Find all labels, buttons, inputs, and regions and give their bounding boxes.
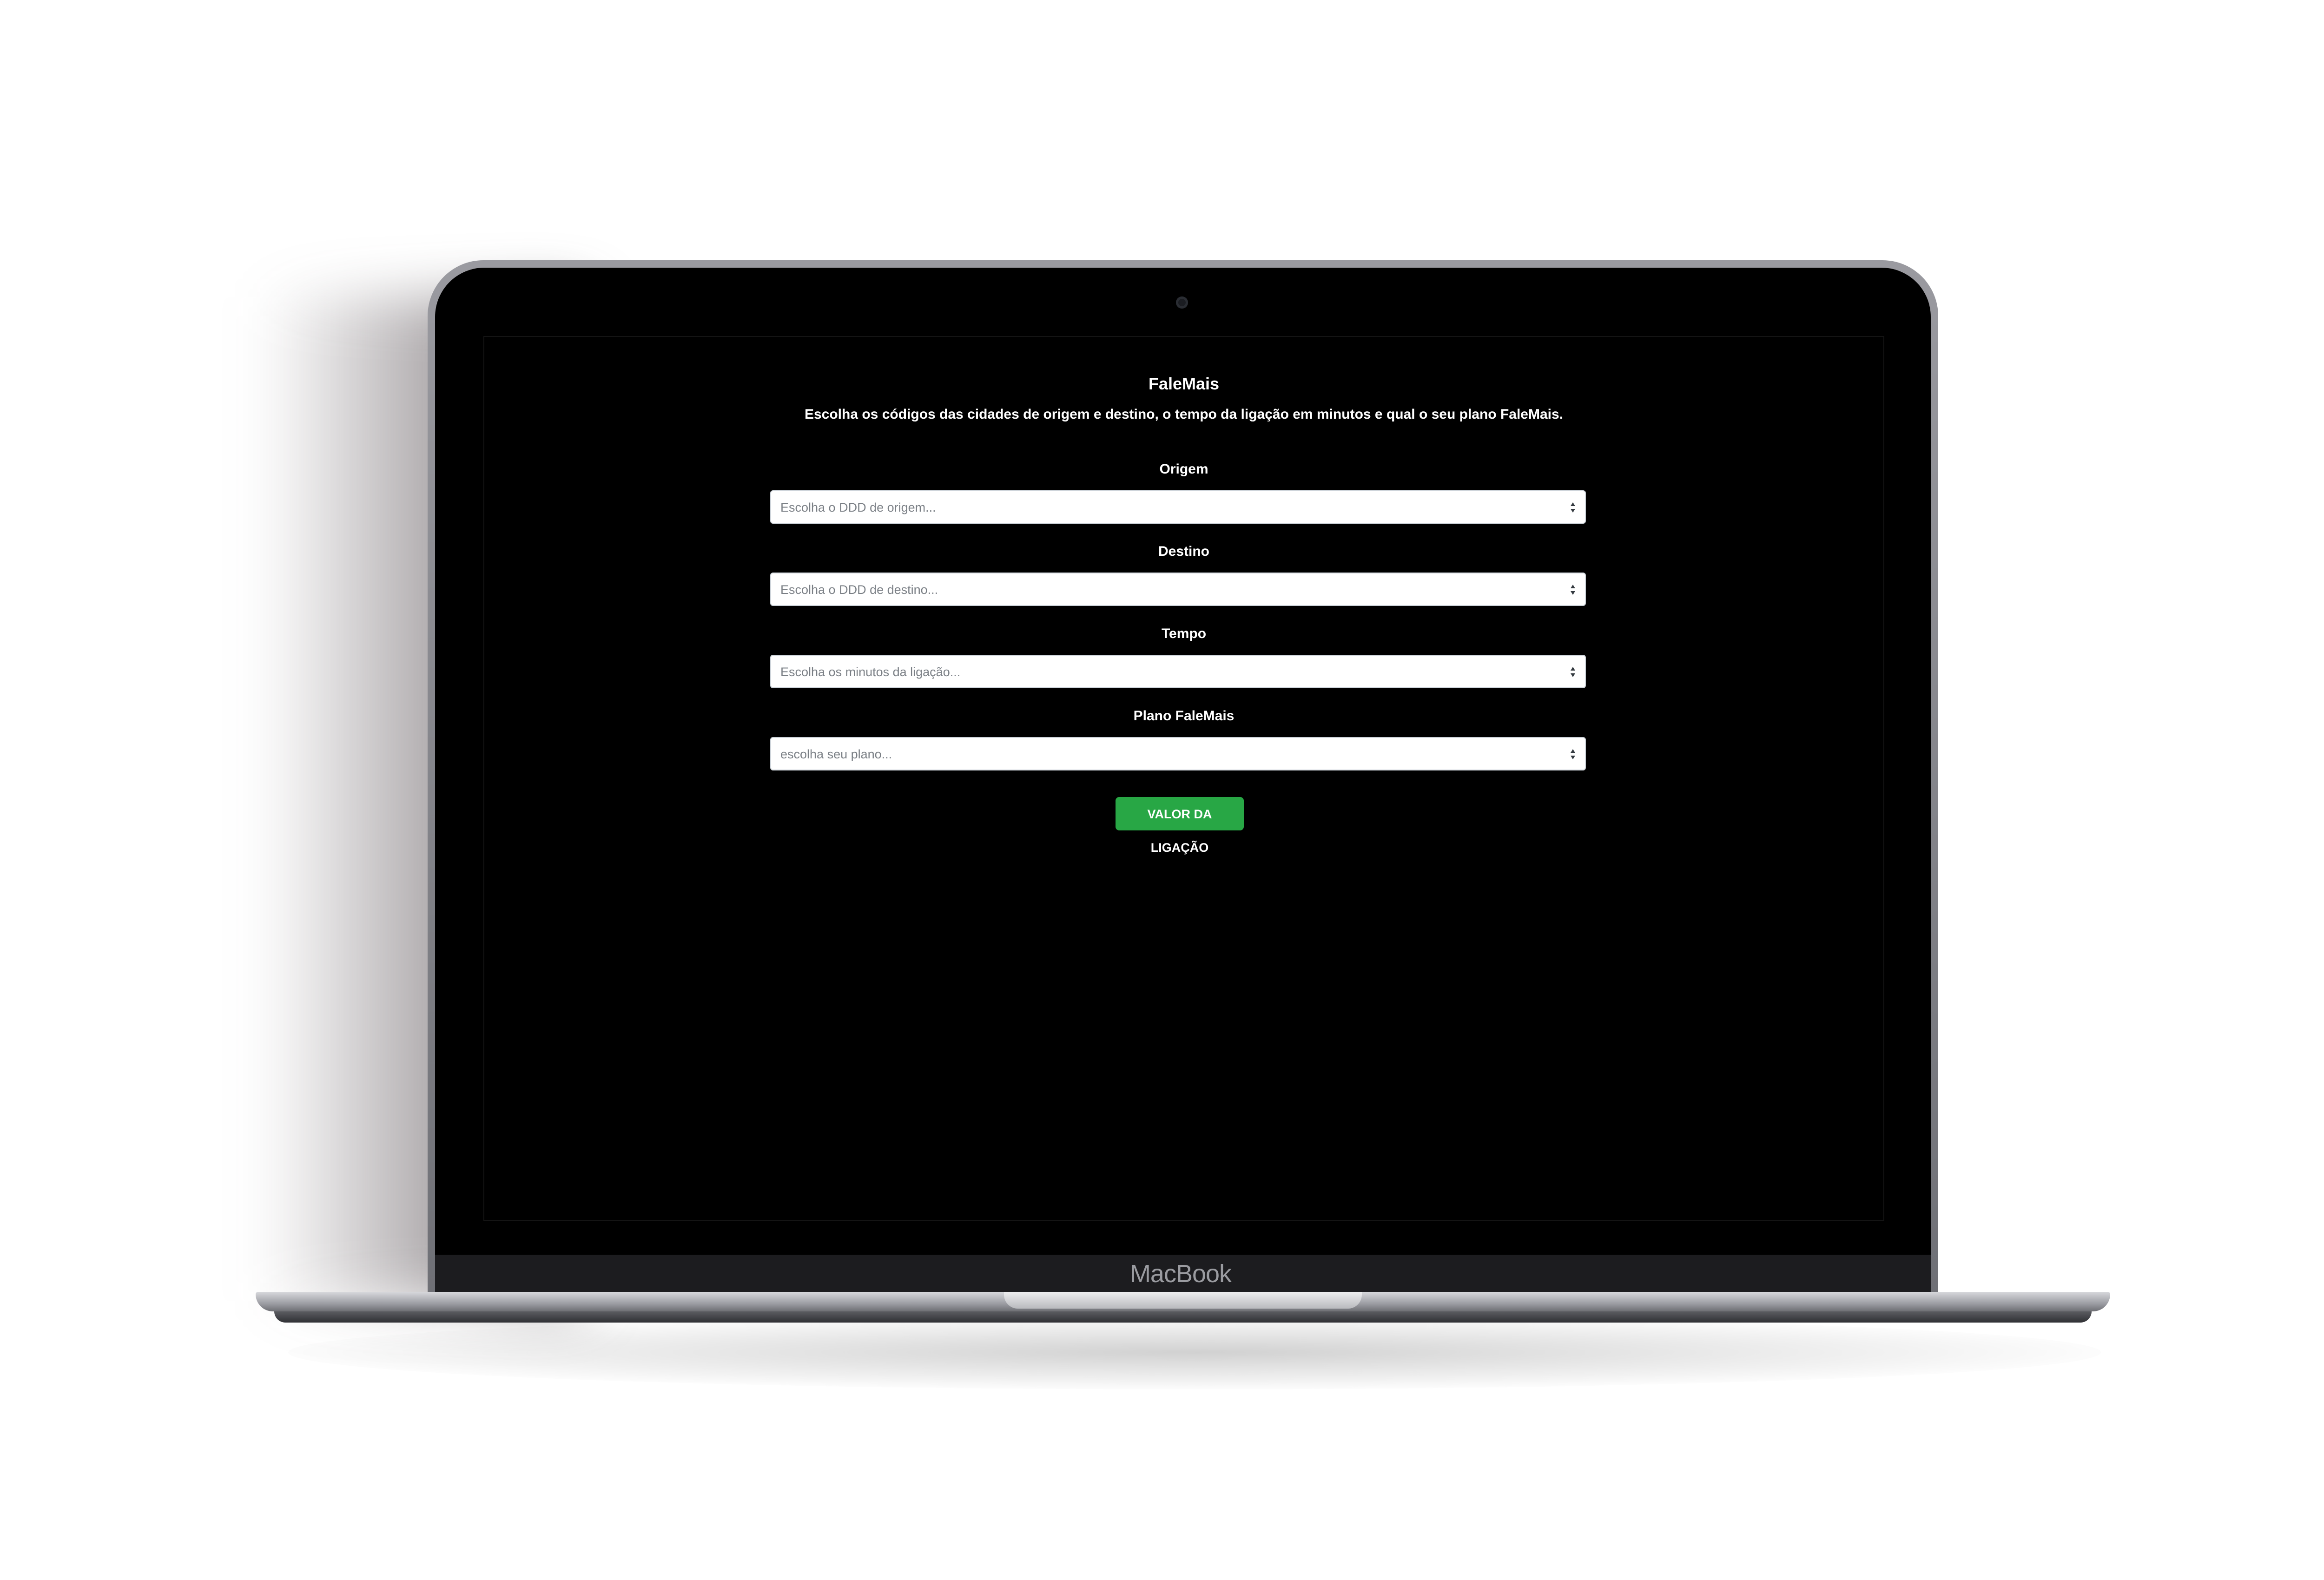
plano-placeholder: escolha seu plano...	[780, 747, 892, 761]
page-title: FaleMais	[1148, 374, 1220, 393]
laptop-screen: FaleMais Escolha os códigos das cidades …	[483, 336, 1884, 1221]
origem-placeholder: Escolha o DDD de origem...	[780, 500, 936, 514]
tempo-placeholder: Escolha os minutos da ligação...	[780, 665, 961, 679]
page-subtitle: Escolha os códigos das cidades de origem…	[804, 407, 1564, 422]
plano-select[interactable]: escolha seu plano...	[770, 737, 1586, 770]
laptop-base-edge	[274, 1311, 2092, 1323]
select-arrows-icon	[1569, 665, 1577, 678]
destino-label: Destino	[1158, 544, 1209, 559]
macbook-logo: MacBook	[1129, 1260, 1232, 1288]
destino-placeholder: Escolha o DDD de destino...	[780, 583, 938, 597]
camera-icon	[1176, 296, 1188, 309]
scene: FaleMais Escolha os códigos das cidades …	[0, 0, 2324, 1580]
origem-label: Origem	[1159, 461, 1208, 477]
falemais-app: FaleMais Escolha os códigos das cidades …	[484, 337, 1883, 1220]
select-arrows-icon	[1569, 748, 1577, 761]
select-arrows-icon	[1569, 583, 1577, 596]
tempo-label: Tempo	[1161, 626, 1207, 641]
valor-da-ligacao-button[interactable]: VALOR DA LIGAÇÃO	[1116, 797, 1244, 855]
select-arrows-icon	[1569, 501, 1577, 514]
origem-select[interactable]: Escolha o DDD de origem...	[770, 490, 1586, 524]
destino-select[interactable]: Escolha o DDD de destino...	[770, 573, 1586, 606]
plano-label: Plano FaleMais	[1133, 708, 1235, 724]
tempo-select[interactable]: Escolha os minutos da ligação...	[770, 655, 1586, 688]
floor-shadow	[288, 1315, 2101, 1389]
laptop-open-notch	[1004, 1292, 1362, 1309]
